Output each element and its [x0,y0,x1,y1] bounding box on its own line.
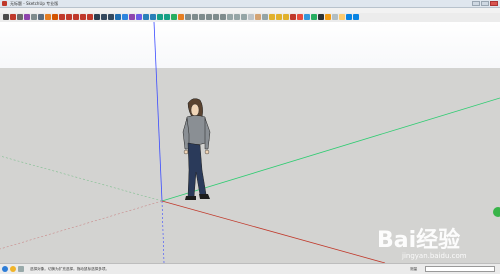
red-axis-negative [0,200,163,250]
red-axis [161,200,386,264]
scale-figure[interactable] [182,98,211,200]
baidu-jingyan-watermark: Bai经验 [377,222,460,254]
watermark-url: jingyan.baidu.com [402,252,467,260]
help-toggle-icon[interactable] [18,266,24,272]
credits-icon[interactable] [10,266,16,272]
geo-location-icon[interactable] [2,266,8,272]
green-axis [161,97,500,202]
blue-axis-negative [161,200,165,264]
add-button-icon[interactable] [493,207,500,217]
watermark-logo-text: Bai经验 [377,228,461,253]
green-axis-negative [0,155,163,202]
status-bar: 选择对象。切换为扩充选择。拖动鼠标选择多项。 测量 [0,263,500,274]
measurements-input[interactable] [425,266,495,272]
blue-axis [153,21,163,202]
